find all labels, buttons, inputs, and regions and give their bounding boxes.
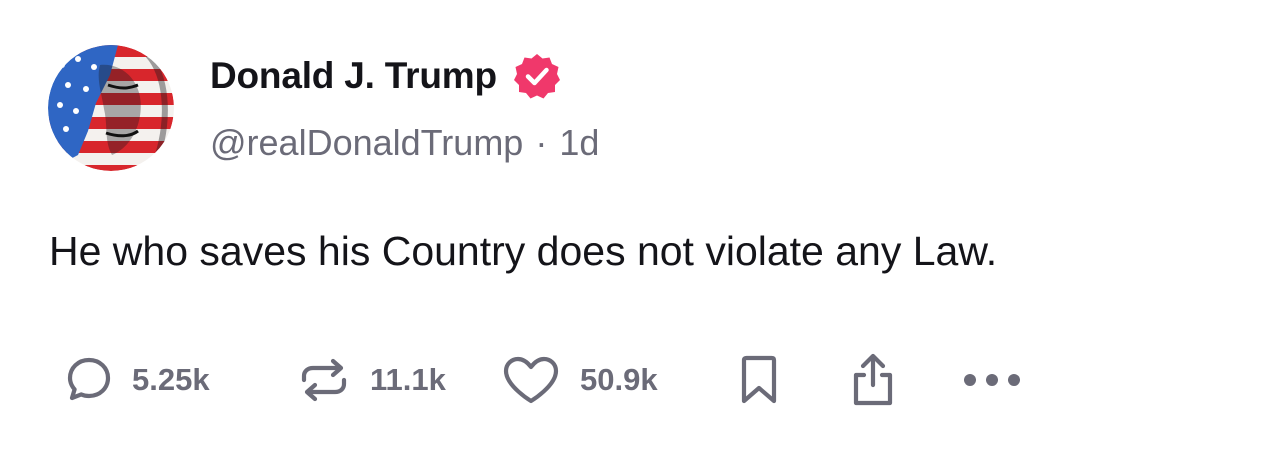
repost-count: 11.1k: [370, 362, 446, 397]
verified-badge-icon: [513, 54, 560, 99]
repost-arrows-icon: [301, 358, 347, 402]
reply-count: 5.25k: [132, 362, 210, 397]
speech-bubble-icon: [67, 357, 111, 401]
like-count: 50.9k: [580, 362, 658, 397]
avatar-image: [48, 45, 174, 171]
bookmark-button[interactable]: [738, 354, 780, 406]
author-display-name[interactable]: Donald J. Trump: [210, 55, 497, 97]
avatar[interactable]: [48, 45, 174, 171]
author-name-row: Donald J. Trump: [210, 52, 561, 100]
heart-icon: [503, 356, 559, 404]
repost-button[interactable]: 11.1k: [298, 356, 458, 404]
more-options-button[interactable]: [962, 370, 1022, 390]
post-text: He who saves his Country does not violat…: [49, 228, 998, 274]
action-bar: 5.25k 11.1k 50.9k: [66, 352, 1022, 408]
author-meta: @realDonaldTrump · 1d: [210, 122, 599, 164]
reply-button[interactable]: 5.25k: [66, 356, 246, 404]
share-button[interactable]: [848, 353, 898, 407]
share-icon: [853, 353, 893, 406]
author-handle[interactable]: @realDonaldTrump: [210, 122, 523, 164]
bookmark-icon: [741, 355, 777, 404]
post-timestamp[interactable]: 1d: [559, 122, 599, 164]
like-button[interactable]: 50.9k: [502, 355, 678, 405]
more-dots-icon: [964, 374, 1020, 386]
meta-separator: ·: [535, 122, 548, 163]
post-card: Donald J. Trump @realDonaldTrump · 1d He…: [0, 0, 1280, 465]
